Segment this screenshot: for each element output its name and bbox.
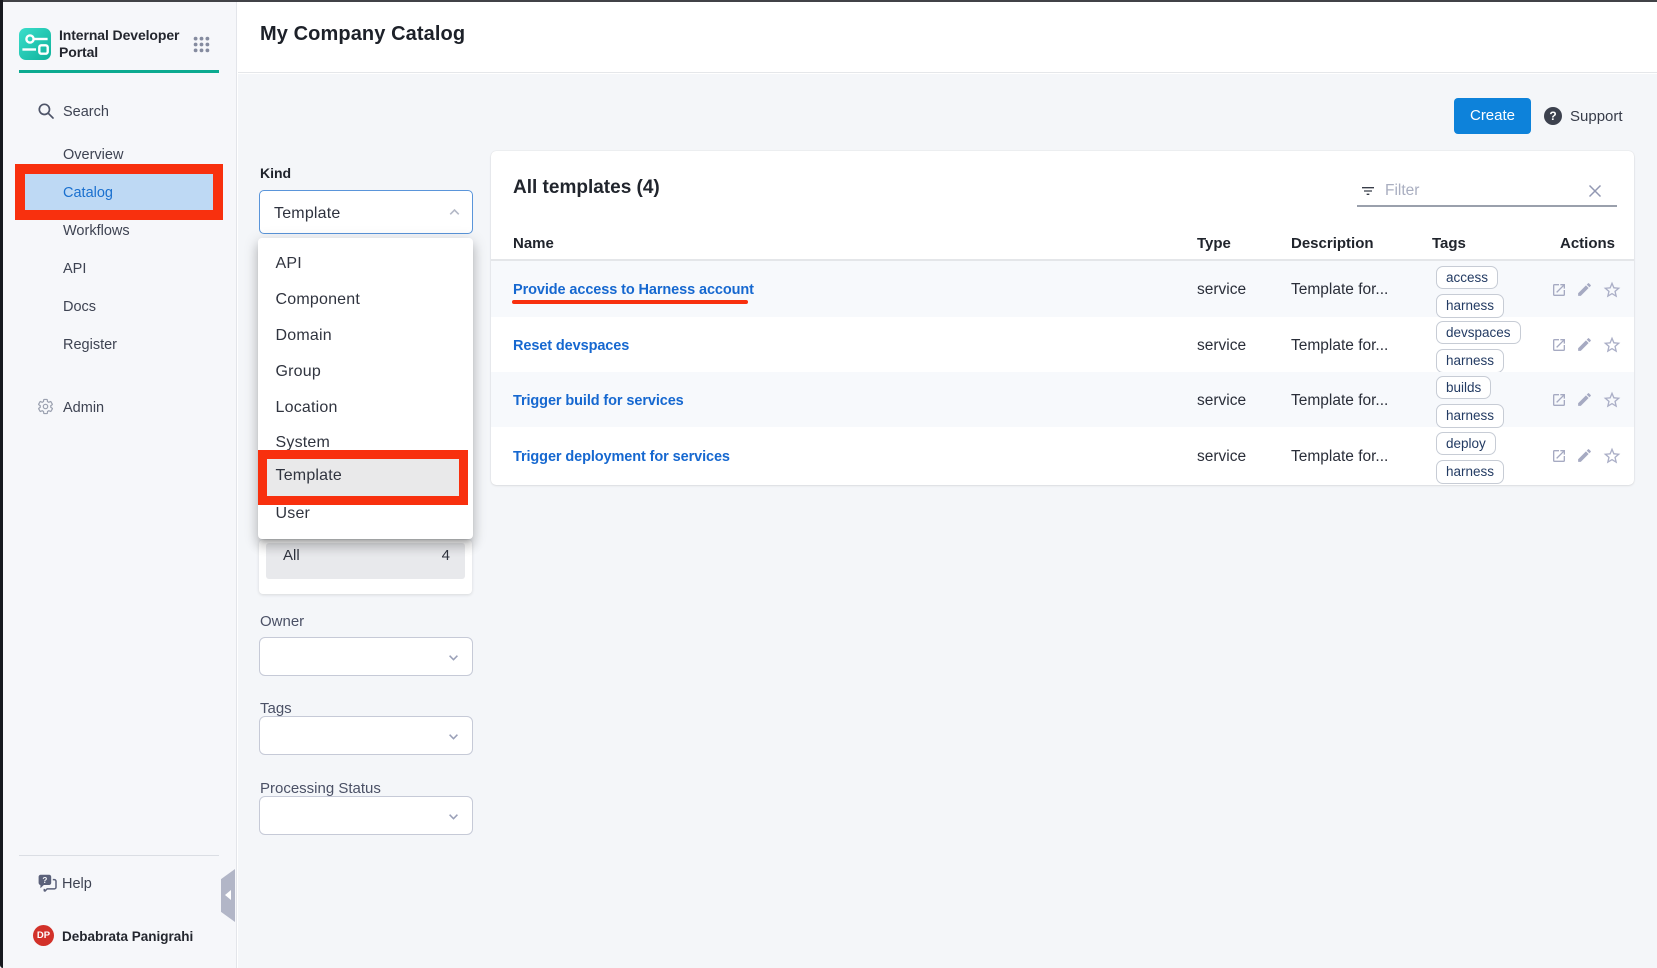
- svg-text:?: ?: [42, 876, 47, 885]
